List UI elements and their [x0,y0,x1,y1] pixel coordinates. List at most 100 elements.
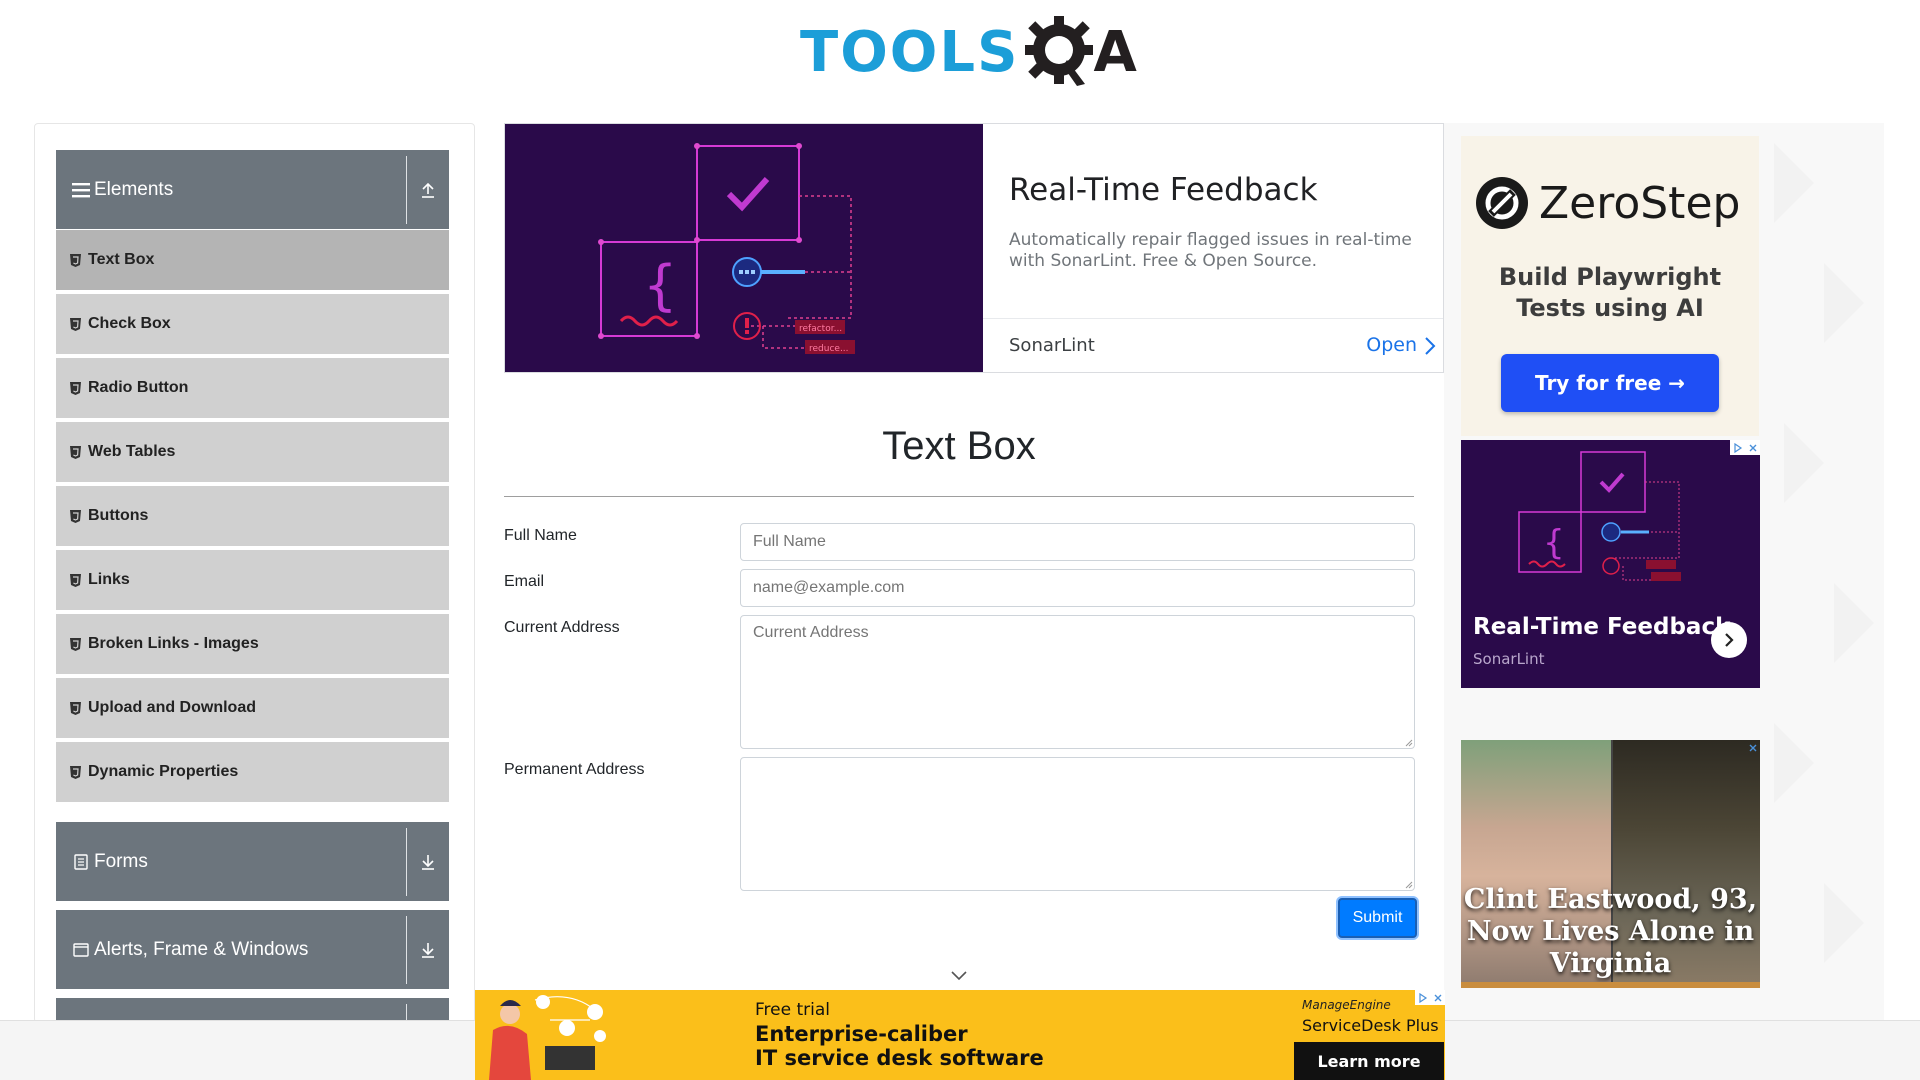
sidebar-item-web-tables[interactable]: Web Tables [56,422,449,484]
ad-brand-product: ServiceDesk Plus [1302,1016,1439,1035]
sidebar-item-label: Text Box [88,251,155,268]
divider [406,828,407,896]
permanent-address-label: Permanent Address [504,761,645,778]
ad-headline: Clint Eastwood, 93, Now Lives Alone in V… [1463,884,1758,979]
zerostep-tagline-2: Tests using AI [1516,294,1704,322]
window-icon [72,941,90,959]
email-label: Email [504,573,545,590]
permanent-address-textarea[interactable] [740,757,1415,891]
sidebar-item-label: Radio Button [88,379,189,396]
sidebar-item-dynamic-properties[interactable]: Dynamic Properties [56,742,449,804]
css-icon [70,701,82,715]
zerostep-tagline-1: Build Playwright [1498,263,1722,291]
sidebar-item-links[interactable]: Links [56,550,449,612]
ad-description: Automatically repair flagged issues in r… [1009,230,1412,271]
sidebar-item-label: Dynamic Properties [88,763,239,780]
adchoices-icon[interactable] [1730,440,1745,455]
zerostep-brand: ZeroStep [1539,177,1741,229]
sidebar: Elements Text Box Check Box Radio Button… [34,123,475,1023]
css-icon [70,253,82,267]
close-icon[interactable] [1430,990,1445,1005]
toolsqa-logo[interactable]: TOOLS A [800,14,1137,90]
ad-title: Real-Time Feedback [1009,172,1318,208]
ad-choices[interactable] [1745,740,1760,755]
css-icon [70,509,82,523]
ad-illustration: { refactor... reduce... [505,124,983,372]
ad-open-link[interactable]: Open [1366,334,1417,356]
ad-headline-1: Enterprise-caliber [755,1022,968,1046]
adchoices-icon[interactable] [1415,990,1430,1005]
logo-suffix: A [1093,19,1137,85]
resize-handle-icon[interactable] [1405,881,1413,889]
current-address-label: Current Address [504,619,620,636]
css-icon [70,381,82,395]
ad-title: Real-Time Feedback [1473,614,1731,640]
zerostep-tagline: Build Playwright Tests using AI [1461,262,1759,324]
zerostep-logo: ZeroStep [1475,176,1740,230]
news-side-ad[interactable]: Clint Eastwood, 93, Now Lives Alone in V… [1461,740,1760,988]
try-for-free-button[interactable]: Try for free → [1501,354,1719,412]
chevron-down-icon[interactable] [950,970,968,982]
sidebar-group-title: Elements [94,178,174,200]
ad-brand: SonarLint [1473,650,1545,668]
ad-accent-bar [1461,982,1760,988]
logo-text: TOOLS [800,19,1020,85]
sidebar-item-buttons[interactable]: Buttons [56,486,449,548]
current-address-textarea[interactable] [740,615,1415,749]
sidebar-item-label: Broken Links - Images [88,635,259,652]
gear-q-icon [1025,16,1094,86]
ad-brand-small: ManageEngine [1302,998,1391,1012]
sidebar-group-title: Forms [94,850,148,872]
sidebar-group-forms[interactable]: Forms [56,822,449,902]
chevron-right-icon [1725,633,1734,647]
zerostep-icon [1476,177,1528,229]
sidebar-item-label: Upload and Download [88,699,256,716]
divider [504,496,1414,497]
sidebar-item-text-box[interactable]: Text Box [56,230,449,292]
sidebar-item-upload-download[interactable]: Upload and Download [56,678,449,740]
top-ad-banner[interactable]: { refactor... reduce... Real-Time Feedba… [504,123,1444,373]
resize-handle-icon[interactable] [1405,739,1413,747]
ad-kicker: Free trial [755,1000,830,1020]
expand-down-icon[interactable] [416,850,440,874]
css-icon [70,637,82,651]
sidebar-item-radio-button[interactable]: Radio Button [56,358,449,420]
sidebar-item-check-box[interactable]: Check Box [56,294,449,356]
full-name-label: Full Name [504,527,577,544]
sidebar-item-label: Check Box [88,315,171,332]
css-icon [70,765,82,779]
sidebar-item-label: Links [88,571,130,588]
ad-headline-2: IT service desk software [755,1046,1044,1070]
divider [406,916,407,984]
close-icon[interactable] [1745,740,1760,755]
full-name-input[interactable] [740,523,1415,561]
css-icon [70,573,82,587]
email-input[interactable] [740,569,1415,607]
sidebar-group-elements[interactable]: Elements [56,150,449,230]
ad-choices[interactable] [1730,440,1760,455]
ad-choices[interactable] [1415,990,1445,1005]
learn-more-button[interactable]: Learn more [1294,1042,1444,1080]
css-icon [70,445,82,459]
sonarlint-side-ad[interactable]: { Real-Time Feedback SonarLint [1461,440,1760,688]
hamburger-icon [72,181,90,199]
bottom-ad-banner[interactable]: Free trial Enterprise-caliber IT service… [475,990,1445,1080]
ad-illustration: { [1518,451,1681,581]
collapse-up-icon[interactable] [416,178,440,202]
expand-down-icon[interactable] [416,938,440,962]
sidebar-item-label: Web Tables [88,443,176,460]
sidebar-item-broken-links[interactable]: Broken Links - Images [56,614,449,676]
chevron-right-icon [1425,337,1436,355]
page: TOOLS A Elements Text Box Check Box Radi… [0,0,1920,1080]
page-title: Text Box [882,424,1036,468]
divider [983,318,1443,319]
submit-button[interactable]: Submit [1338,898,1417,938]
ad-go-button[interactable] [1711,622,1747,658]
sidebar-group-title: Alerts, Frame & Windows [94,938,309,960]
svg-text:{: { [643,254,677,317]
close-icon[interactable] [1745,440,1760,455]
sidebar-group-alerts[interactable]: Alerts, Frame & Windows [56,910,449,990]
ad-tag-reduce: reduce... [809,344,849,354]
zerostep-ad[interactable]: ZeroStep Build Playwright Tests using AI… [1461,136,1759,436]
divider [406,156,407,224]
